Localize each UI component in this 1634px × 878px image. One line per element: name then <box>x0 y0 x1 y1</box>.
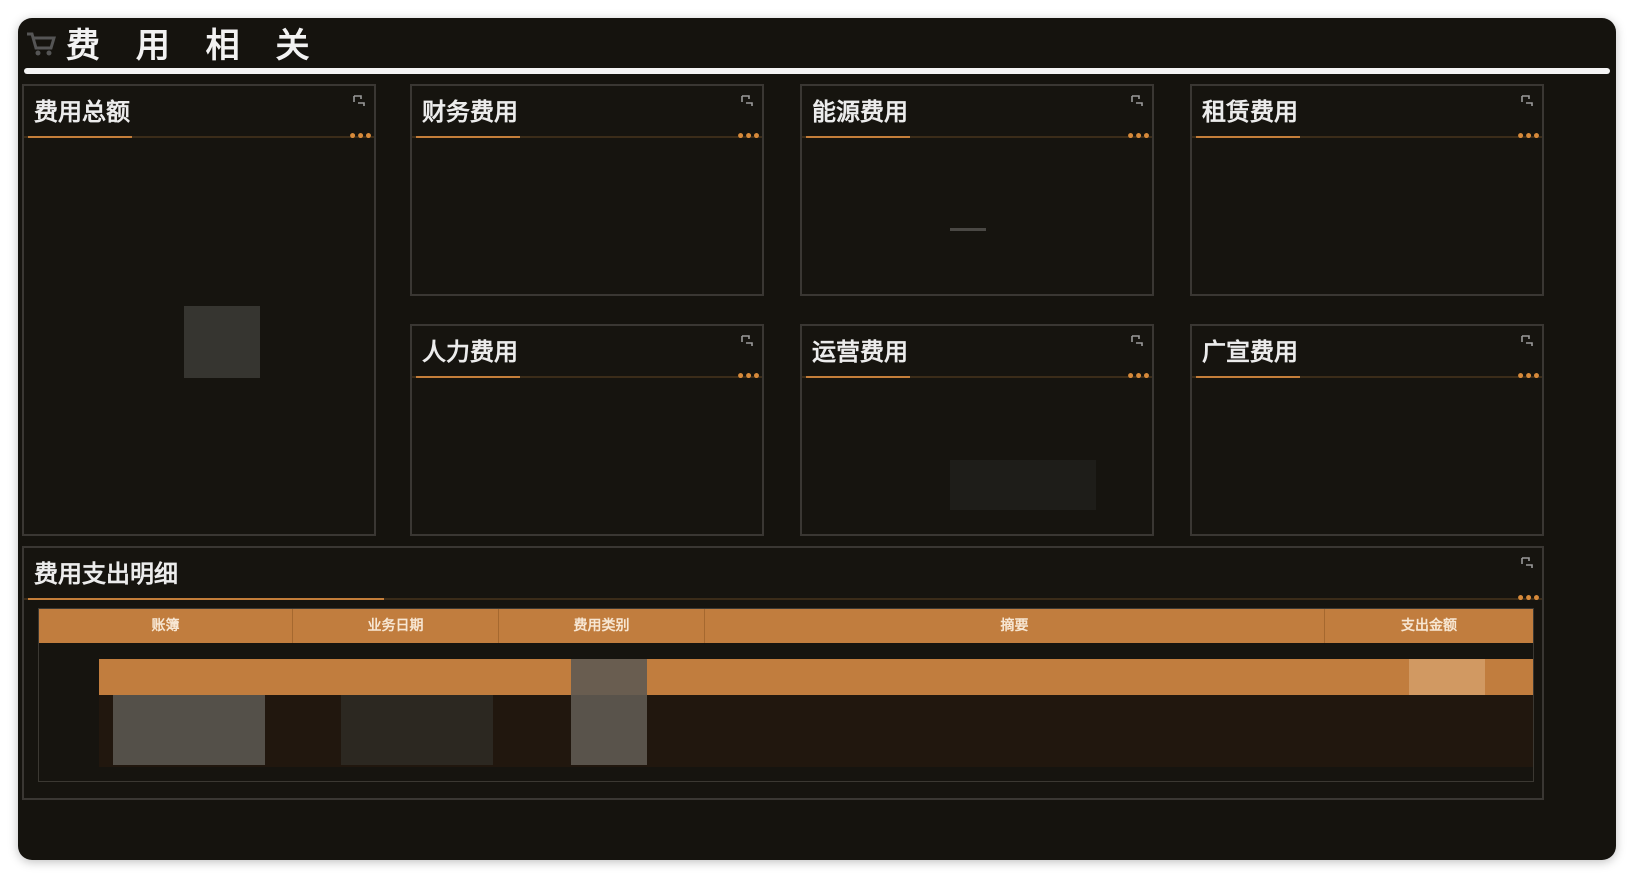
panel-divider <box>1192 136 1542 138</box>
panel-energy-expense: 能源费用 ••• <box>800 84 1154 296</box>
panel-finance-expense: 财务费用 ••• <box>410 84 764 296</box>
panel-divider <box>802 376 1152 378</box>
panel-ops-expense: 运营费用 ••• <box>800 324 1154 536</box>
column-header-amount[interactable]: 支出金额 <box>1325 609 1533 643</box>
corner-icon[interactable] <box>740 334 754 348</box>
column-header-category[interactable]: 费用类别 <box>499 609 705 643</box>
corner-icon[interactable] <box>1520 94 1534 108</box>
panel-ad-expense: 广宣费用 ••• <box>1190 324 1544 536</box>
panel-divider <box>412 376 762 378</box>
app-window: 费 用 相 关 费用总额 ••• 财务费用 ••• 能源费用 ••• 租赁费用 … <box>18 18 1616 860</box>
placeholder-block <box>950 460 1096 510</box>
column-header-ledger[interactable]: 账簿 <box>39 609 293 643</box>
panel-dots: ••• <box>1126 129 1151 145</box>
panel-expense-detail: 费用支出明细 ••• 账簿 业务日期 费用类别 摘要 支出金额 <box>22 546 1544 800</box>
placeholder-block <box>184 306 260 378</box>
placeholder-block <box>571 659 647 765</box>
corner-icon[interactable] <box>1130 334 1144 348</box>
header-divider <box>24 68 1610 74</box>
panel-title: 运营费用 <box>812 338 908 366</box>
panel-title: 财务费用 <box>422 98 518 126</box>
placeholder-block <box>341 695 493 765</box>
panel-title: 人力费用 <box>422 338 518 366</box>
table-body <box>99 695 1533 767</box>
panel-dots: ••• <box>1516 591 1541 607</box>
placeholder-line <box>950 228 986 231</box>
expense-table: 账簿 业务日期 费用类别 摘要 支出金额 <box>38 608 1534 782</box>
panel-title: 能源费用 <box>812 98 908 126</box>
panel-divider <box>24 136 374 138</box>
panel-title: 广宣费用 <box>1202 338 1298 366</box>
page-header: 费 用 相 关 <box>18 18 1616 74</box>
corner-icon[interactable] <box>1520 334 1534 348</box>
panel-dots: ••• <box>1516 369 1541 385</box>
panel-title: 租赁费用 <box>1202 98 1298 126</box>
panel-dots: ••• <box>1516 129 1541 145</box>
panel-dots: ••• <box>1126 369 1151 385</box>
panel-divider <box>412 136 762 138</box>
page-title: 费 用 相 关 <box>66 26 322 66</box>
corner-icon[interactable] <box>1520 556 1534 570</box>
panel-title: 费用支出明细 <box>34 560 178 588</box>
panel-divider <box>802 136 1152 138</box>
corner-icon[interactable] <box>352 94 366 108</box>
panel-title: 费用总额 <box>34 98 130 126</box>
panel-dots: ••• <box>348 129 373 145</box>
corner-icon[interactable] <box>1130 94 1144 108</box>
panel-lease-expense: 租赁费用 ••• <box>1190 84 1544 296</box>
panel-dots: ••• <box>736 369 761 385</box>
cart-icon <box>27 32 56 56</box>
table-row[interactable] <box>99 659 1533 695</box>
panel-dots: ••• <box>736 129 761 145</box>
corner-icon[interactable] <box>740 94 754 108</box>
table-header: 账簿 业务日期 费用类别 摘要 支出金额 <box>39 609 1533 643</box>
panel-divider <box>1192 376 1542 378</box>
panel-divider <box>24 598 1542 600</box>
column-header-summary[interactable]: 摘要 <box>705 609 1325 643</box>
column-header-date[interactable]: 业务日期 <box>293 609 499 643</box>
placeholder-block <box>1409 659 1485 695</box>
placeholder-block <box>113 695 265 765</box>
panel-total-expense: 费用总额 ••• <box>22 84 376 536</box>
panel-hr-expense: 人力费用 ••• <box>410 324 764 536</box>
